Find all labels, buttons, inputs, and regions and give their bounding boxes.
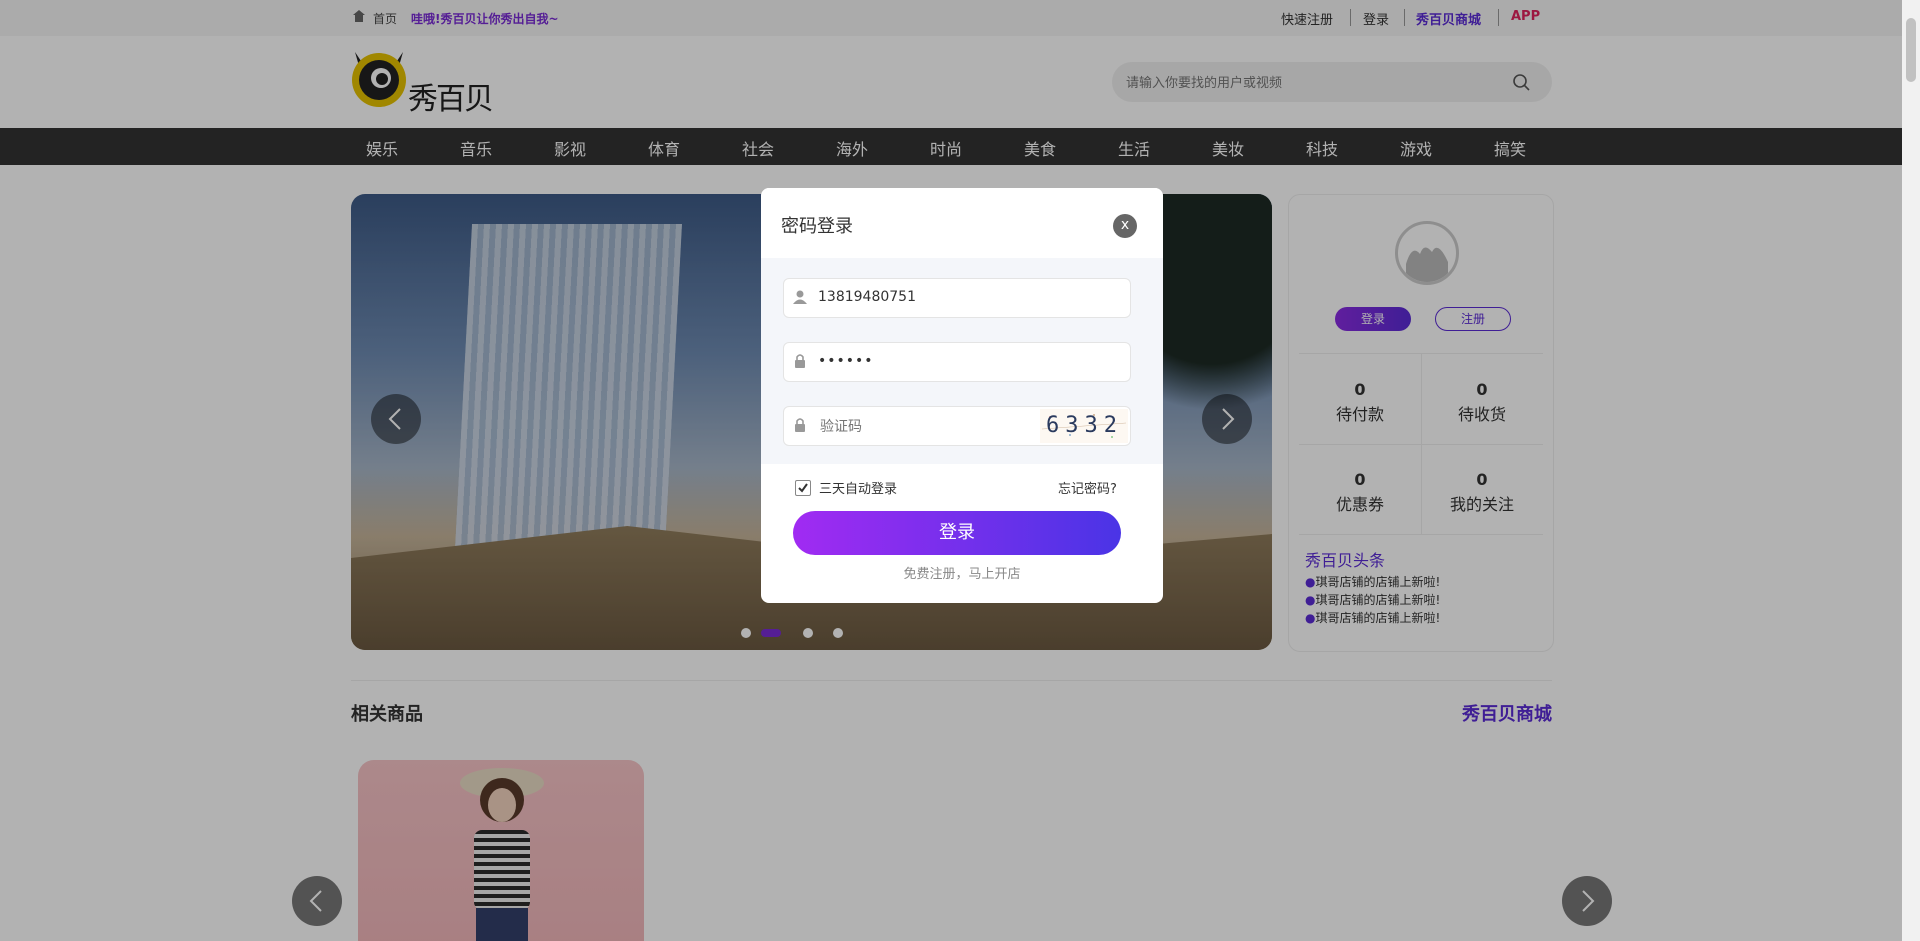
- scrollbar[interactable]: [1902, 0, 1920, 941]
- page: 首页 哇哦!秀百贝让你秀出自我~ 快速注册 登录 秀百贝商城 APP 秀百贝 请…: [0, 0, 1902, 941]
- phone-field[interactable]: 13819480751: [783, 278, 1131, 318]
- phone-value: 13819480751: [818, 289, 916, 305]
- captcha-field: 6332: [783, 406, 1131, 446]
- captcha-text: 6332: [1046, 413, 1123, 438]
- forgot-password-link[interactable]: 忘记密码?: [1058, 478, 1117, 497]
- remember-checkbox[interactable]: [795, 480, 811, 496]
- captcha-image[interactable]: 6332: [1040, 409, 1128, 443]
- password-value: ••••••: [818, 353, 874, 369]
- checkmark-icon: [798, 483, 808, 493]
- password-field[interactable]: ••••••: [783, 342, 1131, 382]
- remember-label: 三天自动登录: [819, 482, 898, 497]
- captcha-input[interactable]: [818, 415, 1022, 439]
- scrollbar-thumb[interactable]: [1906, 18, 1916, 82]
- register-hint-link[interactable]: 免费注册，马上开店: [761, 563, 1163, 582]
- login-modal: 密码登录 x 13819480751 •••••• 验证码 6332 三天自动登…: [761, 188, 1163, 603]
- lock-icon: [795, 354, 805, 368]
- close-button[interactable]: x: [1113, 214, 1137, 238]
- lock-icon: [795, 418, 805, 432]
- user-icon: [793, 290, 807, 304]
- modal-header: 密码登录 x: [761, 188, 1163, 258]
- login-submit-button[interactable]: 登录: [793, 511, 1121, 555]
- modal-form: 13819480751 •••••• 6332: [761, 258, 1163, 464]
- modal-title: 密码登录: [781, 216, 853, 237]
